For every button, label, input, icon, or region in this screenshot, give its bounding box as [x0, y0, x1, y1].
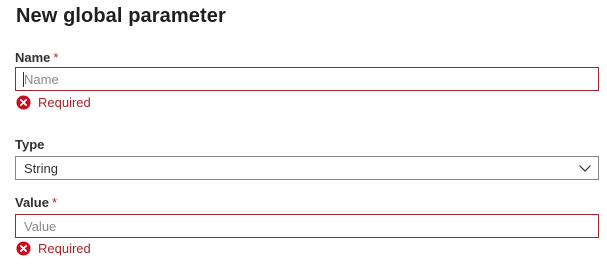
name-label-text: Name [15, 50, 51, 65]
name-input-placeholder: Name [24, 72, 59, 87]
type-label-text: Type [15, 137, 45, 152]
value-error-text: Required [38, 240, 91, 256]
type-dropdown-value: String [24, 161, 58, 176]
name-label: Name * [15, 50, 58, 65]
value-input[interactable]: Value [15, 214, 599, 238]
panel-title: New global parameter [16, 5, 226, 27]
name-error-message: Required [16, 94, 91, 110]
name-input[interactable]: Name [15, 67, 599, 91]
value-label-text: Value [15, 195, 49, 210]
chevron-down-icon [579, 165, 591, 172]
value-input-placeholder: Value [24, 219, 57, 234]
error-circle-icon [16, 94, 31, 110]
name-required-marker: * [53, 50, 59, 65]
value-required-marker: * [51, 195, 58, 210]
type-label: Type [15, 137, 44, 152]
error-circle-icon [16, 240, 31, 256]
type-dropdown[interactable]: String [15, 156, 599, 180]
value-error-message: Required [16, 240, 91, 256]
name-error-text: Required [38, 94, 91, 110]
value-label: Value * [15, 195, 57, 210]
